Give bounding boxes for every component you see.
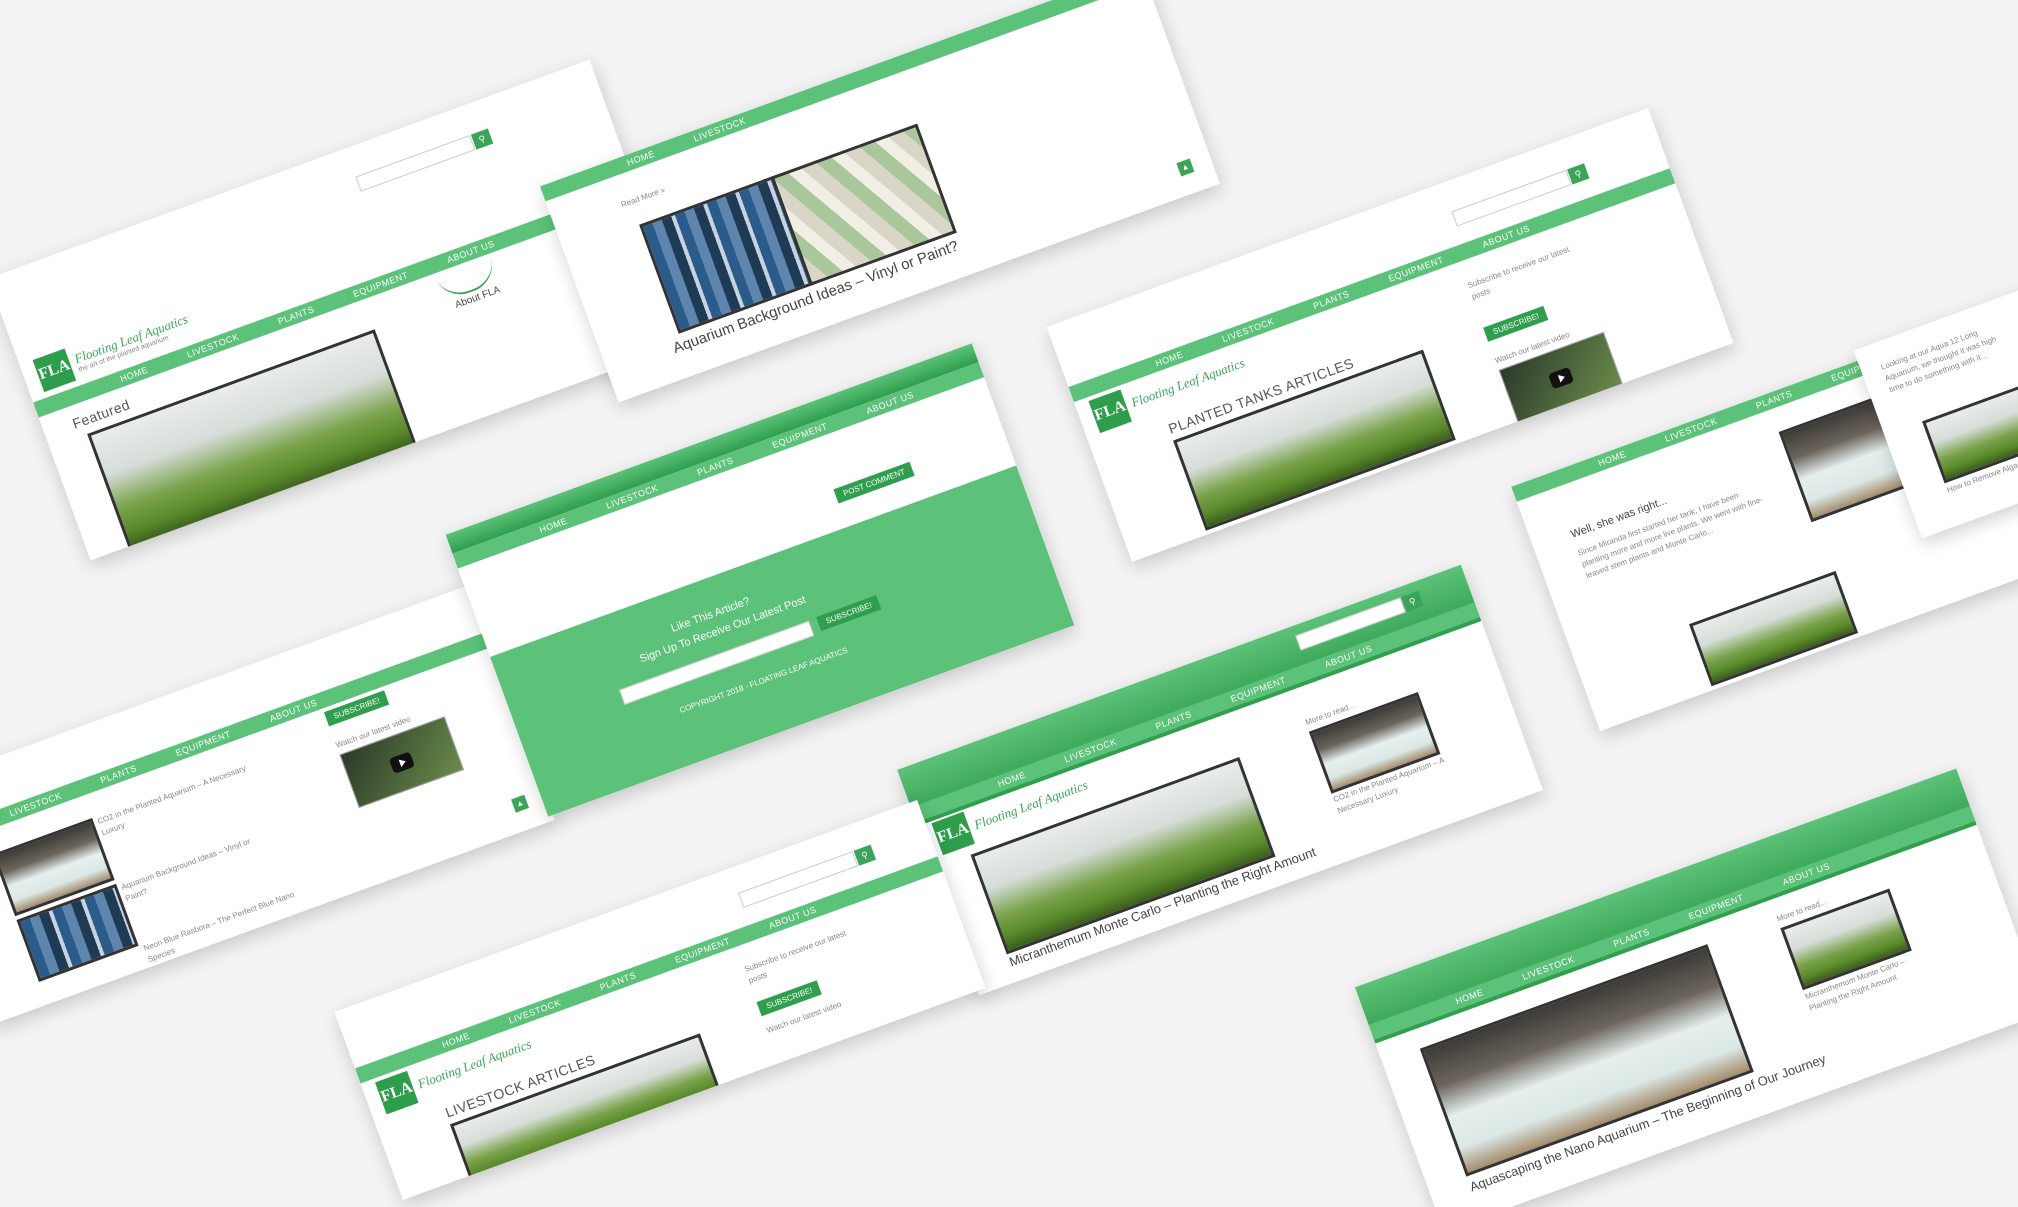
nav-about[interactable]: ABOUT US (768, 904, 818, 930)
nav-plants[interactable]: PLANTS (276, 304, 315, 326)
featured-image[interactable] (87, 329, 418, 553)
scroll-top-button[interactable]: ▲ (1176, 158, 1195, 177)
latest-video[interactable] (1498, 331, 1624, 424)
edge-text: Looking at our Aqua 12 Long Aquarium, we… (1879, 328, 1998, 395)
article-image-2[interactable] (1688, 570, 1859, 687)
nav-home[interactable]: HOME (441, 1031, 472, 1050)
nav-plants[interactable]: PLANTS (1312, 289, 1351, 311)
search-icon[interactable]: ⚲ (853, 844, 877, 866)
play-icon[interactable] (1547, 366, 1574, 389)
mockup-stage: FLA Flooting Leaf Aquatics the art of th… (0, 0, 2018, 1207)
nav-home[interactable]: HOME (1154, 349, 1185, 368)
list-title-2[interactable]: Aquarium Background Ideas – Vinyl or Pai… (120, 828, 279, 905)
nav-home[interactable]: HOME (119, 365, 150, 384)
nav-livestock[interactable]: LIVESTOCK (692, 115, 747, 143)
nav-about[interactable]: ABOUT US (1481, 223, 1531, 249)
nav-home[interactable]: HOME (626, 149, 657, 168)
search-icon[interactable]: ⚲ (470, 128, 494, 150)
search-icon[interactable]: ⚲ (1567, 163, 1590, 185)
card-nano-post: HOME LIVESTOCK PLANTS EQUIPMENT ABOUT US… (1354, 768, 2018, 1207)
scroll-top-button[interactable]: ▲ (511, 794, 530, 813)
search-input[interactable]: ⚲ (355, 128, 494, 192)
nav-equipment[interactable]: EQUIPMENT (674, 936, 732, 965)
logo-mark: FLA (375, 1070, 419, 1115)
article-text: Since Miranda first started her tank, I … (1576, 490, 1765, 581)
nav-livestock[interactable]: LIVESTOCK (507, 997, 562, 1025)
nav-livestock[interactable]: LIVESTOCK (1664, 416, 1719, 444)
subscribe-button[interactable]: SUBSCRIBE! (1483, 305, 1549, 342)
nav-plants[interactable]: PLANTS (99, 763, 138, 785)
list-title-3[interactable]: Neon Blue Rasbora – The Perfect Blue Nan… (142, 889, 301, 966)
card-article-list: LIVESTOCK PLANTS EQUIPMENT ABOUT US CO2 … (0, 584, 555, 1026)
nav-livestock[interactable]: LIVESTOCK (1221, 316, 1276, 344)
nav-equipment[interactable]: EQUIPMENT (352, 270, 410, 299)
read-more-link[interactable]: Read More » (619, 184, 667, 211)
latest-video[interactable] (339, 716, 465, 809)
logo-mark: FLA (32, 348, 77, 393)
nav-plants[interactable]: PLANTS (1755, 388, 1794, 410)
nav-home[interactable]: HOME (1597, 449, 1628, 468)
play-icon[interactable] (388, 750, 415, 774)
nav-plants[interactable]: PLANTS (598, 970, 637, 992)
main-nav: HOME LIVESTOCK PLANTS EQUIPMENT ABOUT US (355, 856, 944, 1084)
nav-equipment[interactable]: EQUIPMENT (1387, 255, 1445, 284)
nav-livestock[interactable]: LIVESTOCK (8, 790, 63, 818)
nav-about[interactable]: ABOUT US (268, 697, 318, 723)
post-comment-button[interactable]: POST COMMENT (833, 461, 915, 504)
logo-mark: FLA (1088, 389, 1133, 434)
nav-equipment[interactable]: EQUIPMENT (174, 729, 232, 758)
